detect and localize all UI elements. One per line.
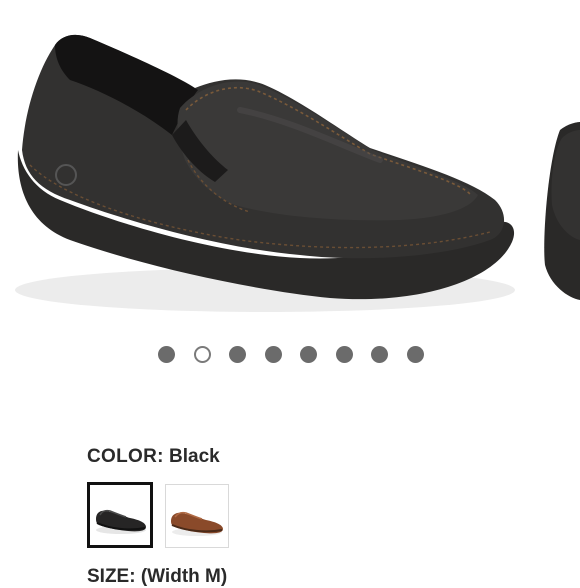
size-selection-label: SIZE: (Width M) bbox=[87, 566, 228, 587]
gallery-dot[interactable] bbox=[371, 346, 388, 363]
color-selection-label: COLOR: Black bbox=[87, 446, 220, 468]
color-label: COLOR: bbox=[87, 446, 164, 467]
gallery-dot[interactable] bbox=[335, 346, 353, 363]
product-image-gallery[interactable] bbox=[0, 0, 580, 330]
gallery-dot[interactable] bbox=[406, 346, 424, 363]
product-image bbox=[15, 34, 580, 312]
brown-loafer-swatch[interactable] bbox=[165, 484, 229, 548]
black-loafer-swatch[interactable] bbox=[87, 482, 153, 548]
gallery-dot[interactable] bbox=[264, 346, 282, 363]
gallery-dot[interactable] bbox=[158, 346, 175, 363]
brown-loafer-thumbnail bbox=[171, 511, 223, 536]
gallery-dot-active[interactable] bbox=[193, 346, 211, 363]
gallery-dot[interactable] bbox=[300, 346, 317, 363]
black-loafer-thumbnail bbox=[96, 509, 146, 534]
gallery-dot[interactable] bbox=[229, 346, 246, 363]
gallery-pagination bbox=[158, 346, 442, 364]
color-value: Black bbox=[169, 446, 220, 467]
